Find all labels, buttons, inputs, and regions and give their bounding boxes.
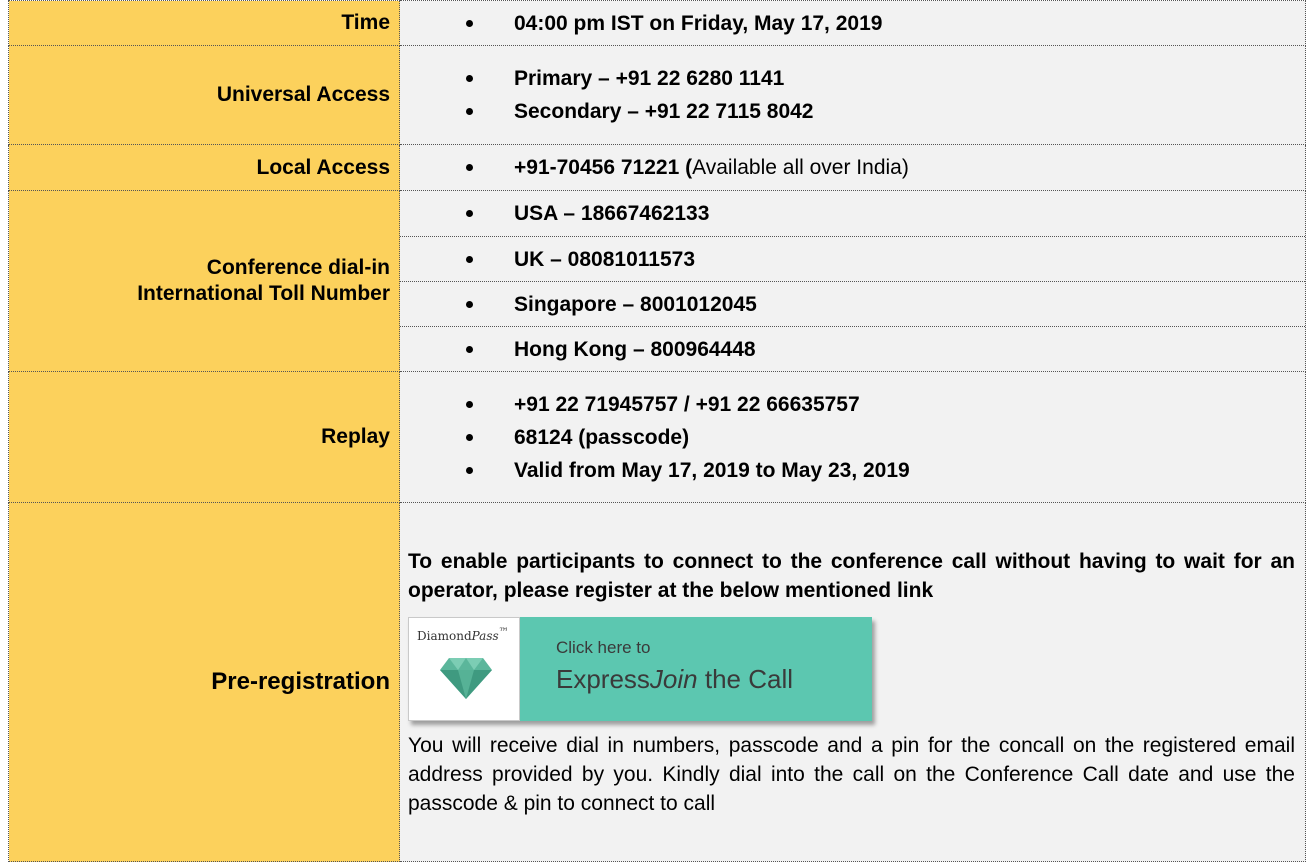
time-value: 04:00 pm IST on Friday, May 17, 2019 — [399, 0, 1306, 46]
pre-registration-intro: To enable participants to connect to the… — [408, 549, 1295, 602]
time-item: 04:00 pm IST on Friday, May 17, 2019 — [400, 7, 1295, 40]
universal-access-value: Primary – +91 22 6280 1141 Secondary – +… — [399, 45, 1306, 145]
international-singapore: Singapore – 8001012045 — [400, 288, 1305, 321]
local-number: +91-70456 71221 — [514, 156, 680, 179]
international-subrow: Singapore – 8001012045 — [400, 281, 1305, 326]
international-subrow: USA – 18667462133 — [400, 191, 1305, 236]
banner-click-here: Click here to — [556, 637, 651, 657]
row-local-access: Local Access +91-70456 71221 (Available … — [8, 144, 1306, 191]
universal-access-label: Universal Access — [8, 45, 400, 145]
diamond-icon — [440, 657, 492, 699]
conference-info-table: Time 04:00 pm IST on Friday, May 17, 201… — [8, 0, 1306, 862]
international-value: USA – 18667462133 UK – 08081011573 Singa… — [399, 190, 1306, 372]
international-subrow: UK – 08081011573 — [400, 236, 1305, 281]
replay-passcode: 68124 (passcode) — [400, 421, 1295, 454]
local-access-value: +91-70456 71221 (Available all over Indi… — [399, 144, 1306, 191]
replay-validity: Valid from May 17, 2019 to May 23, 2019 — [400, 454, 1295, 487]
universal-secondary: Secondary – +91 22 7115 8042 — [400, 95, 1295, 128]
replay-value: +91 22 71945757 / +91 22 66635757 68124 … — [399, 371, 1306, 503]
banner-text: Click here to ExpressJoin the Call — [520, 617, 793, 721]
international-uk: UK – 08081011573 — [400, 243, 1305, 276]
local-note: Available all over India) — [692, 156, 909, 179]
pre-registration-label: Pre-registration — [8, 502, 400, 862]
pre-registration-note: You will receive dial in numbers, passco… — [408, 733, 1295, 815]
local-access-label: Local Access — [8, 144, 400, 191]
expressjoin-banner-link[interactable]: DiamondPass™ Click here to ExpressJoin t… — [408, 616, 872, 721]
row-international: Conference dial-in International Toll Nu… — [8, 190, 1306, 372]
universal-primary: Primary – +91 22 6280 1141 — [400, 62, 1295, 95]
international-subrow: Hong Kong – 800964448 — [400, 326, 1305, 371]
time-label: Time — [8, 0, 400, 46]
international-label-line1: Conference dial-in — [206, 256, 390, 279]
pre-registration-value: To enable participants to connect to the… — [399, 502, 1306, 862]
banner-expressjoin: ExpressJoin the Call — [556, 663, 794, 694]
diamondpass-logo: DiamondPass™ — [408, 616, 520, 721]
row-time: Time 04:00 pm IST on Friday, May 17, 201… — [8, 0, 1306, 46]
local-access-item: +91-70456 71221 (Available all over Indi… — [400, 151, 1295, 184]
replay-label: Replay — [8, 371, 400, 503]
international-label: Conference dial-in International Toll Nu… — [8, 190, 400, 372]
replay-numbers: +91 22 71945757 / +91 22 66635757 — [400, 388, 1295, 421]
international-label-line2: International Toll Number — [137, 282, 390, 305]
diamondpass-brand: DiamondPass™ — [417, 626, 509, 643]
row-replay: Replay +91 22 71945757 / +91 22 66635757… — [8, 371, 1306, 503]
international-hongkong: Hong Kong – 800964448 — [400, 333, 1305, 366]
row-pre-registration: Pre-registration To enable participants … — [8, 502, 1306, 862]
row-universal-access: Universal Access Primary – +91 22 6280 1… — [8, 45, 1306, 145]
international-usa: USA – 18667462133 — [400, 197, 1305, 230]
